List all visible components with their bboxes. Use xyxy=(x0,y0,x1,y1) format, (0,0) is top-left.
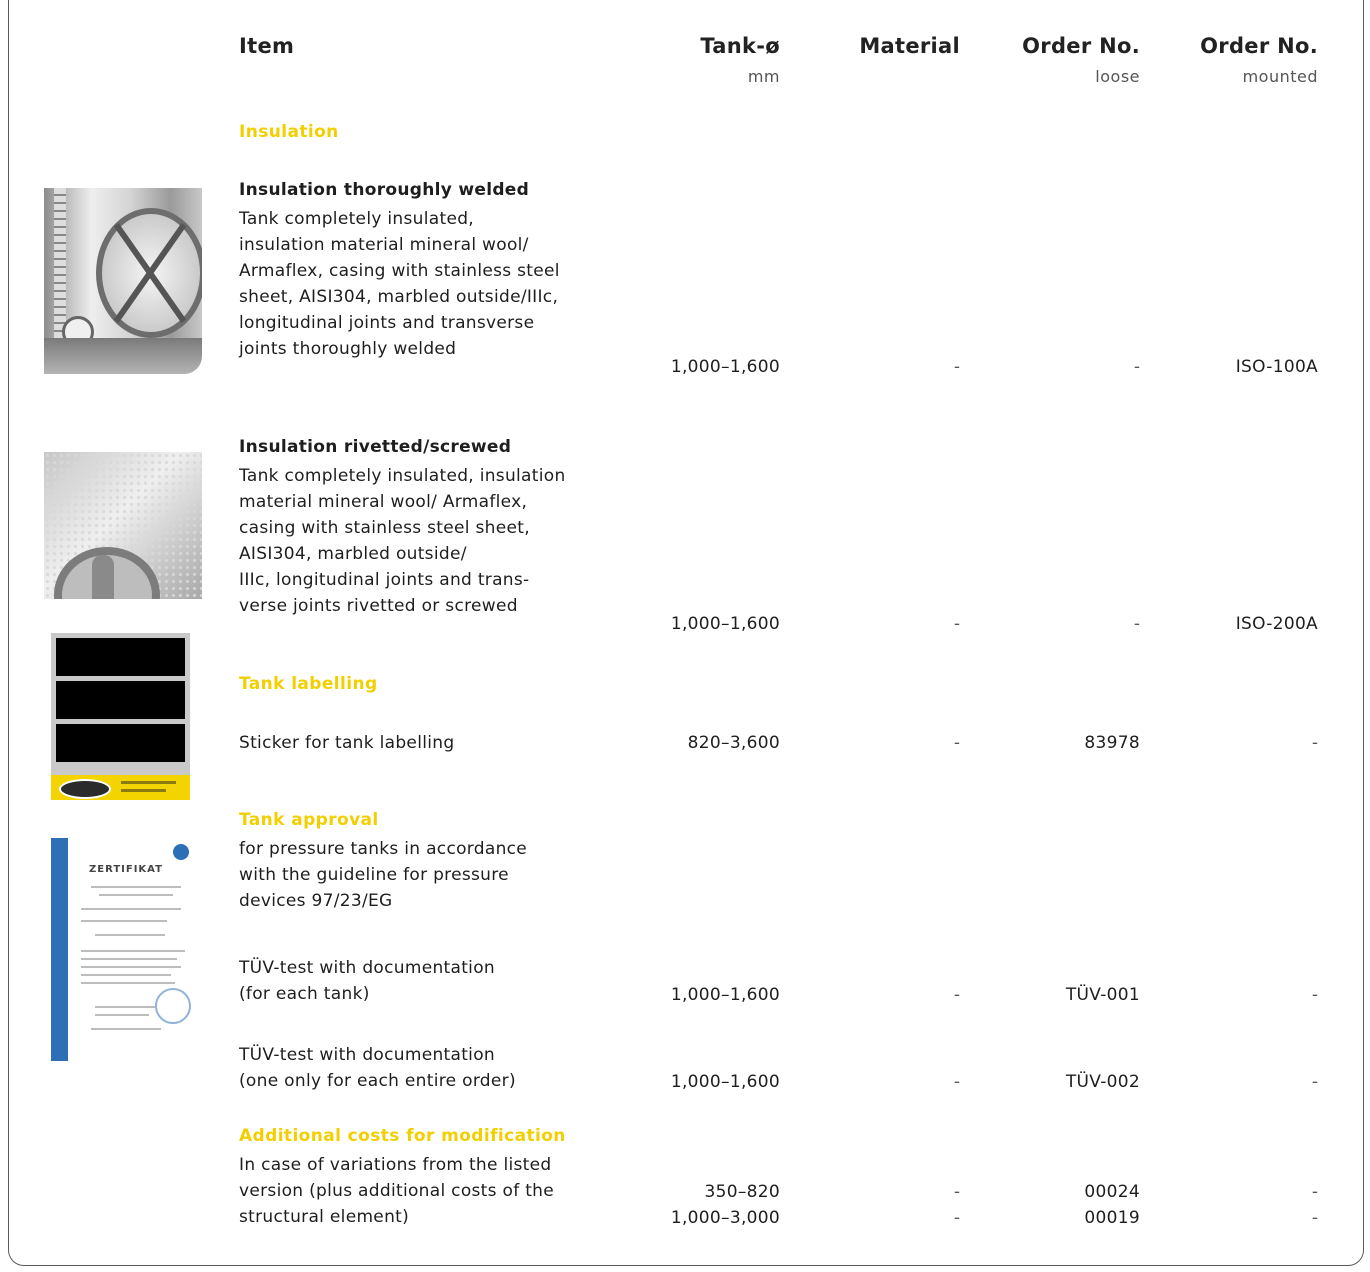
modification-row-1-loose: 00024 xyxy=(1084,1182,1140,1202)
header-material: Material xyxy=(859,34,960,58)
certificate-image: ZERTIFIKAT xyxy=(51,838,201,1061)
insulation-welded-tank: 1,000–1,600 xyxy=(670,357,780,377)
tuv-test-2-loose: TÜV-002 xyxy=(1065,1072,1140,1092)
insulation-rivetted-material: - xyxy=(953,614,960,634)
header-tank-diameter: Tank-ø xyxy=(700,34,780,58)
modification-row-2-mounted: - xyxy=(1311,1208,1318,1228)
modification-row-1-material: - xyxy=(953,1182,960,1202)
header-item: Item xyxy=(239,34,295,58)
insulation-rivetted-tank: 1,000–1,600 xyxy=(670,614,780,634)
insulation-welded-material: - xyxy=(953,357,960,377)
insulation-welded-title: Insulation thoroughly welded xyxy=(239,180,530,200)
sticker-material: - xyxy=(953,733,960,753)
section-additional-costs: Additional costs for modification xyxy=(239,1126,566,1146)
section-tank-labelling: Tank labelling xyxy=(239,674,378,694)
header-order-loose: Order No. xyxy=(1022,34,1140,58)
tuv-test-2-mounted: - xyxy=(1311,1072,1318,1092)
sticker-mounted: - xyxy=(1311,733,1318,753)
tuv-test-2-tank: 1,000–1,600 xyxy=(670,1072,780,1092)
sticker-image xyxy=(51,633,190,800)
insulation-welded-description: Tank completely insulated, insulation ma… xyxy=(239,209,560,359)
insulation-rivetted-loose: - xyxy=(1133,614,1140,634)
modification-description: In case of variations from the listed ve… xyxy=(239,1155,554,1227)
insulation-welded-image xyxy=(44,188,202,374)
section-insulation: Insulation xyxy=(239,122,339,142)
section-tank-approval: Tank approval xyxy=(239,810,379,830)
approval-description: for pressure tanks in accordance with th… xyxy=(239,839,528,911)
modification-row-2-material: - xyxy=(953,1208,960,1228)
header-order-loose-sub: loose xyxy=(1095,67,1140,86)
modification-row-1-tank: 350–820 xyxy=(704,1182,780,1202)
header-order-mounted: Order No. xyxy=(1200,34,1318,58)
insulation-welded-loose: - xyxy=(1133,357,1140,377)
tuv-test-1-loose: TÜV-001 xyxy=(1065,985,1140,1005)
sticker-loose: 83978 xyxy=(1084,733,1140,753)
header-order-mounted-sub: mounted xyxy=(1242,67,1318,86)
tuv-test-2-material: - xyxy=(953,1072,960,1092)
modification-row-1-mounted: - xyxy=(1311,1182,1318,1202)
modification-row-2-tank: 1,000–3,000 xyxy=(670,1208,780,1228)
insulation-rivetted-mounted: ISO-200A xyxy=(1235,614,1318,634)
tuv-test-1-material: - xyxy=(953,985,960,1005)
insulation-rivetted-description: Tank completely insulated, insulation ma… xyxy=(239,466,566,616)
header-tank-diameter-unit: mm xyxy=(747,67,780,86)
insulation-welded-mounted: ISO-100A xyxy=(1235,357,1318,377)
modification-row-2-loose: 00019 xyxy=(1084,1208,1140,1228)
sticker-description: Sticker for tank labelling xyxy=(239,733,455,753)
insulation-rivetted-image xyxy=(44,452,202,599)
tuv-test-1-mounted: - xyxy=(1311,985,1318,1005)
tuv-test-1-tank: 1,000–1,600 xyxy=(670,985,780,1005)
tuv-test-1-description: TÜV-test with documentation (for each ta… xyxy=(239,958,495,1004)
tuv-test-2-description: TÜV-test with documentation (one only fo… xyxy=(239,1045,516,1091)
sticker-tank: 820–3,600 xyxy=(687,733,780,753)
insulation-rivetted-title: Insulation rivetted/screwed xyxy=(239,437,512,457)
